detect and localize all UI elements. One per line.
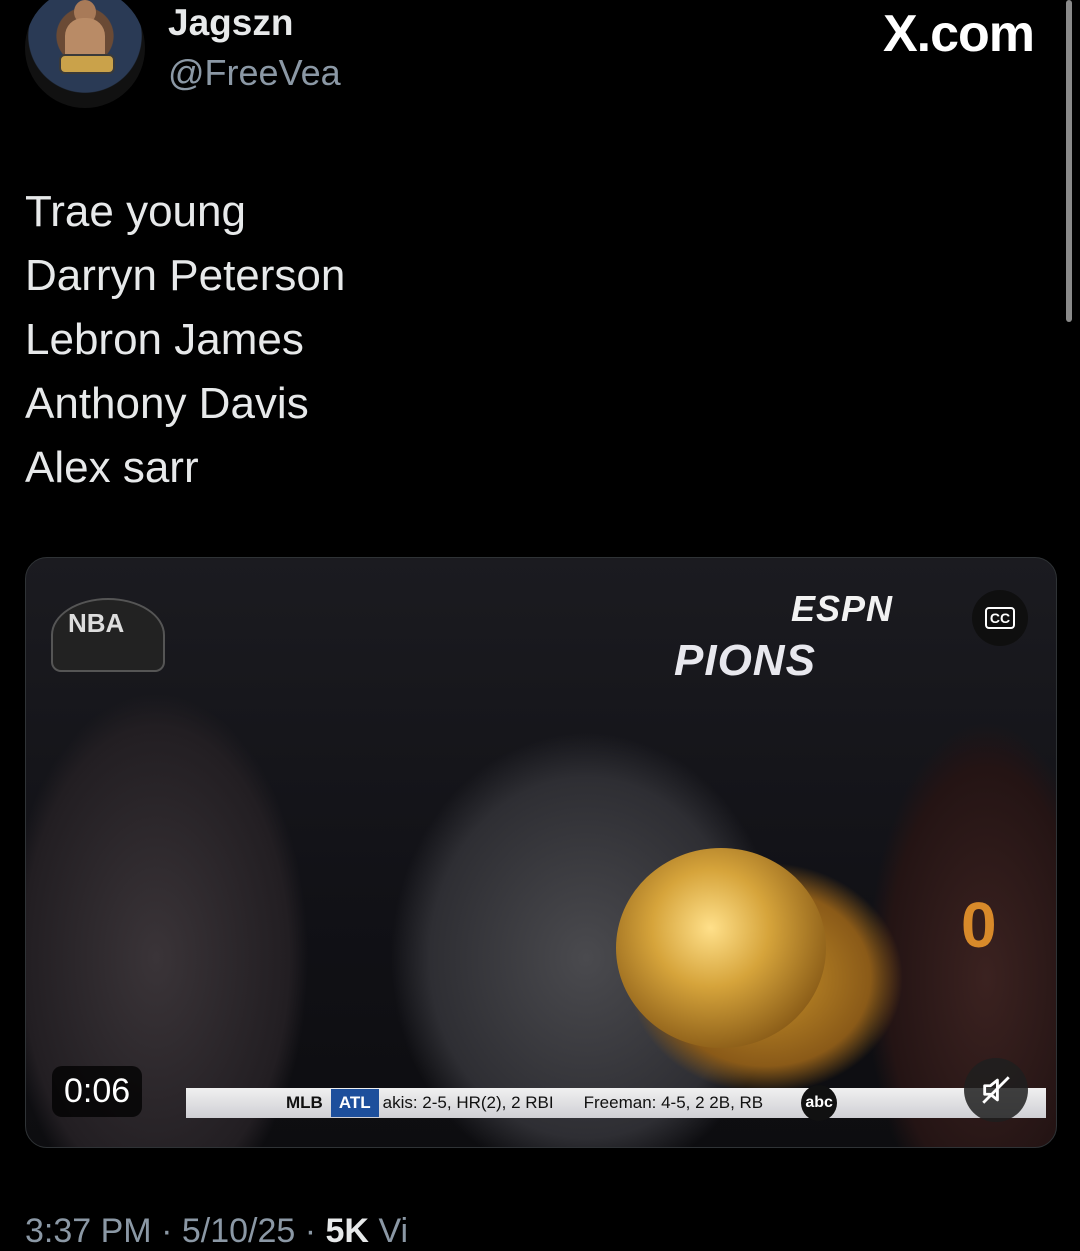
ticker-stat: akis: 2-5, HR(2), 2 RBI	[382, 1093, 554, 1112]
display-name[interactable]: Jagszn	[168, 2, 293, 44]
nba-hat-label: NBA	[68, 608, 125, 638]
espn-logo: ESPN	[791, 588, 894, 629]
tweet-line: Lebron James	[25, 315, 304, 364]
scrollbar[interactable]	[1066, 0, 1072, 322]
champions-banner: PIONS	[674, 636, 816, 685]
jersey-number: 0	[961, 889, 997, 961]
cc-icon: CC	[984, 607, 1016, 629]
views-count: 5K	[325, 1212, 369, 1250]
video-player[interactable]: NBA ESPN PIONS 0 CC MLB ATL akis: 2-5, H…	[25, 557, 1057, 1148]
closed-captions-button[interactable]: CC	[972, 590, 1028, 646]
tweet-line: Alex sarr	[25, 443, 199, 492]
tweet-date[interactable]: 5/10/25	[182, 1212, 295, 1250]
user-handle[interactable]: @FreeVea	[168, 52, 341, 94]
tweet-meta: 3:37 PM · 5/10/25 · 5K Vi	[25, 1212, 409, 1250]
score-ticker: MLB ATL akis: 2-5, HR(2), 2 RBI Freeman:…	[186, 1085, 1046, 1121]
ticker-stat: Freeman: 4-5, 2 2B, RB	[583, 1093, 764, 1112]
tweet-line: Trae young	[25, 187, 246, 236]
x-com-logo: X.com	[882, 5, 1035, 63]
avatar-belt-icon	[59, 54, 115, 74]
tweet-time[interactable]: 3:37 PM	[25, 1212, 152, 1250]
mute-button[interactable]	[964, 1058, 1028, 1122]
muted-speaker-icon	[982, 1076, 1010, 1104]
ticker-team: ATL	[330, 1089, 379, 1117]
abc-logo: abc	[801, 1085, 838, 1121]
video-time-badge: 0:06	[52, 1066, 143, 1117]
ticker-league: MLB	[286, 1093, 323, 1112]
views-label: Vi	[378, 1212, 409, 1250]
tweet-line: Darryn Peterson	[25, 251, 346, 300]
trophy	[616, 848, 826, 1048]
tweet-line: Anthony Davis	[25, 379, 309, 428]
tweet-text: Trae young Darryn Peterson Lebron James …	[25, 180, 345, 500]
profile-avatar[interactable]	[25, 0, 145, 108]
